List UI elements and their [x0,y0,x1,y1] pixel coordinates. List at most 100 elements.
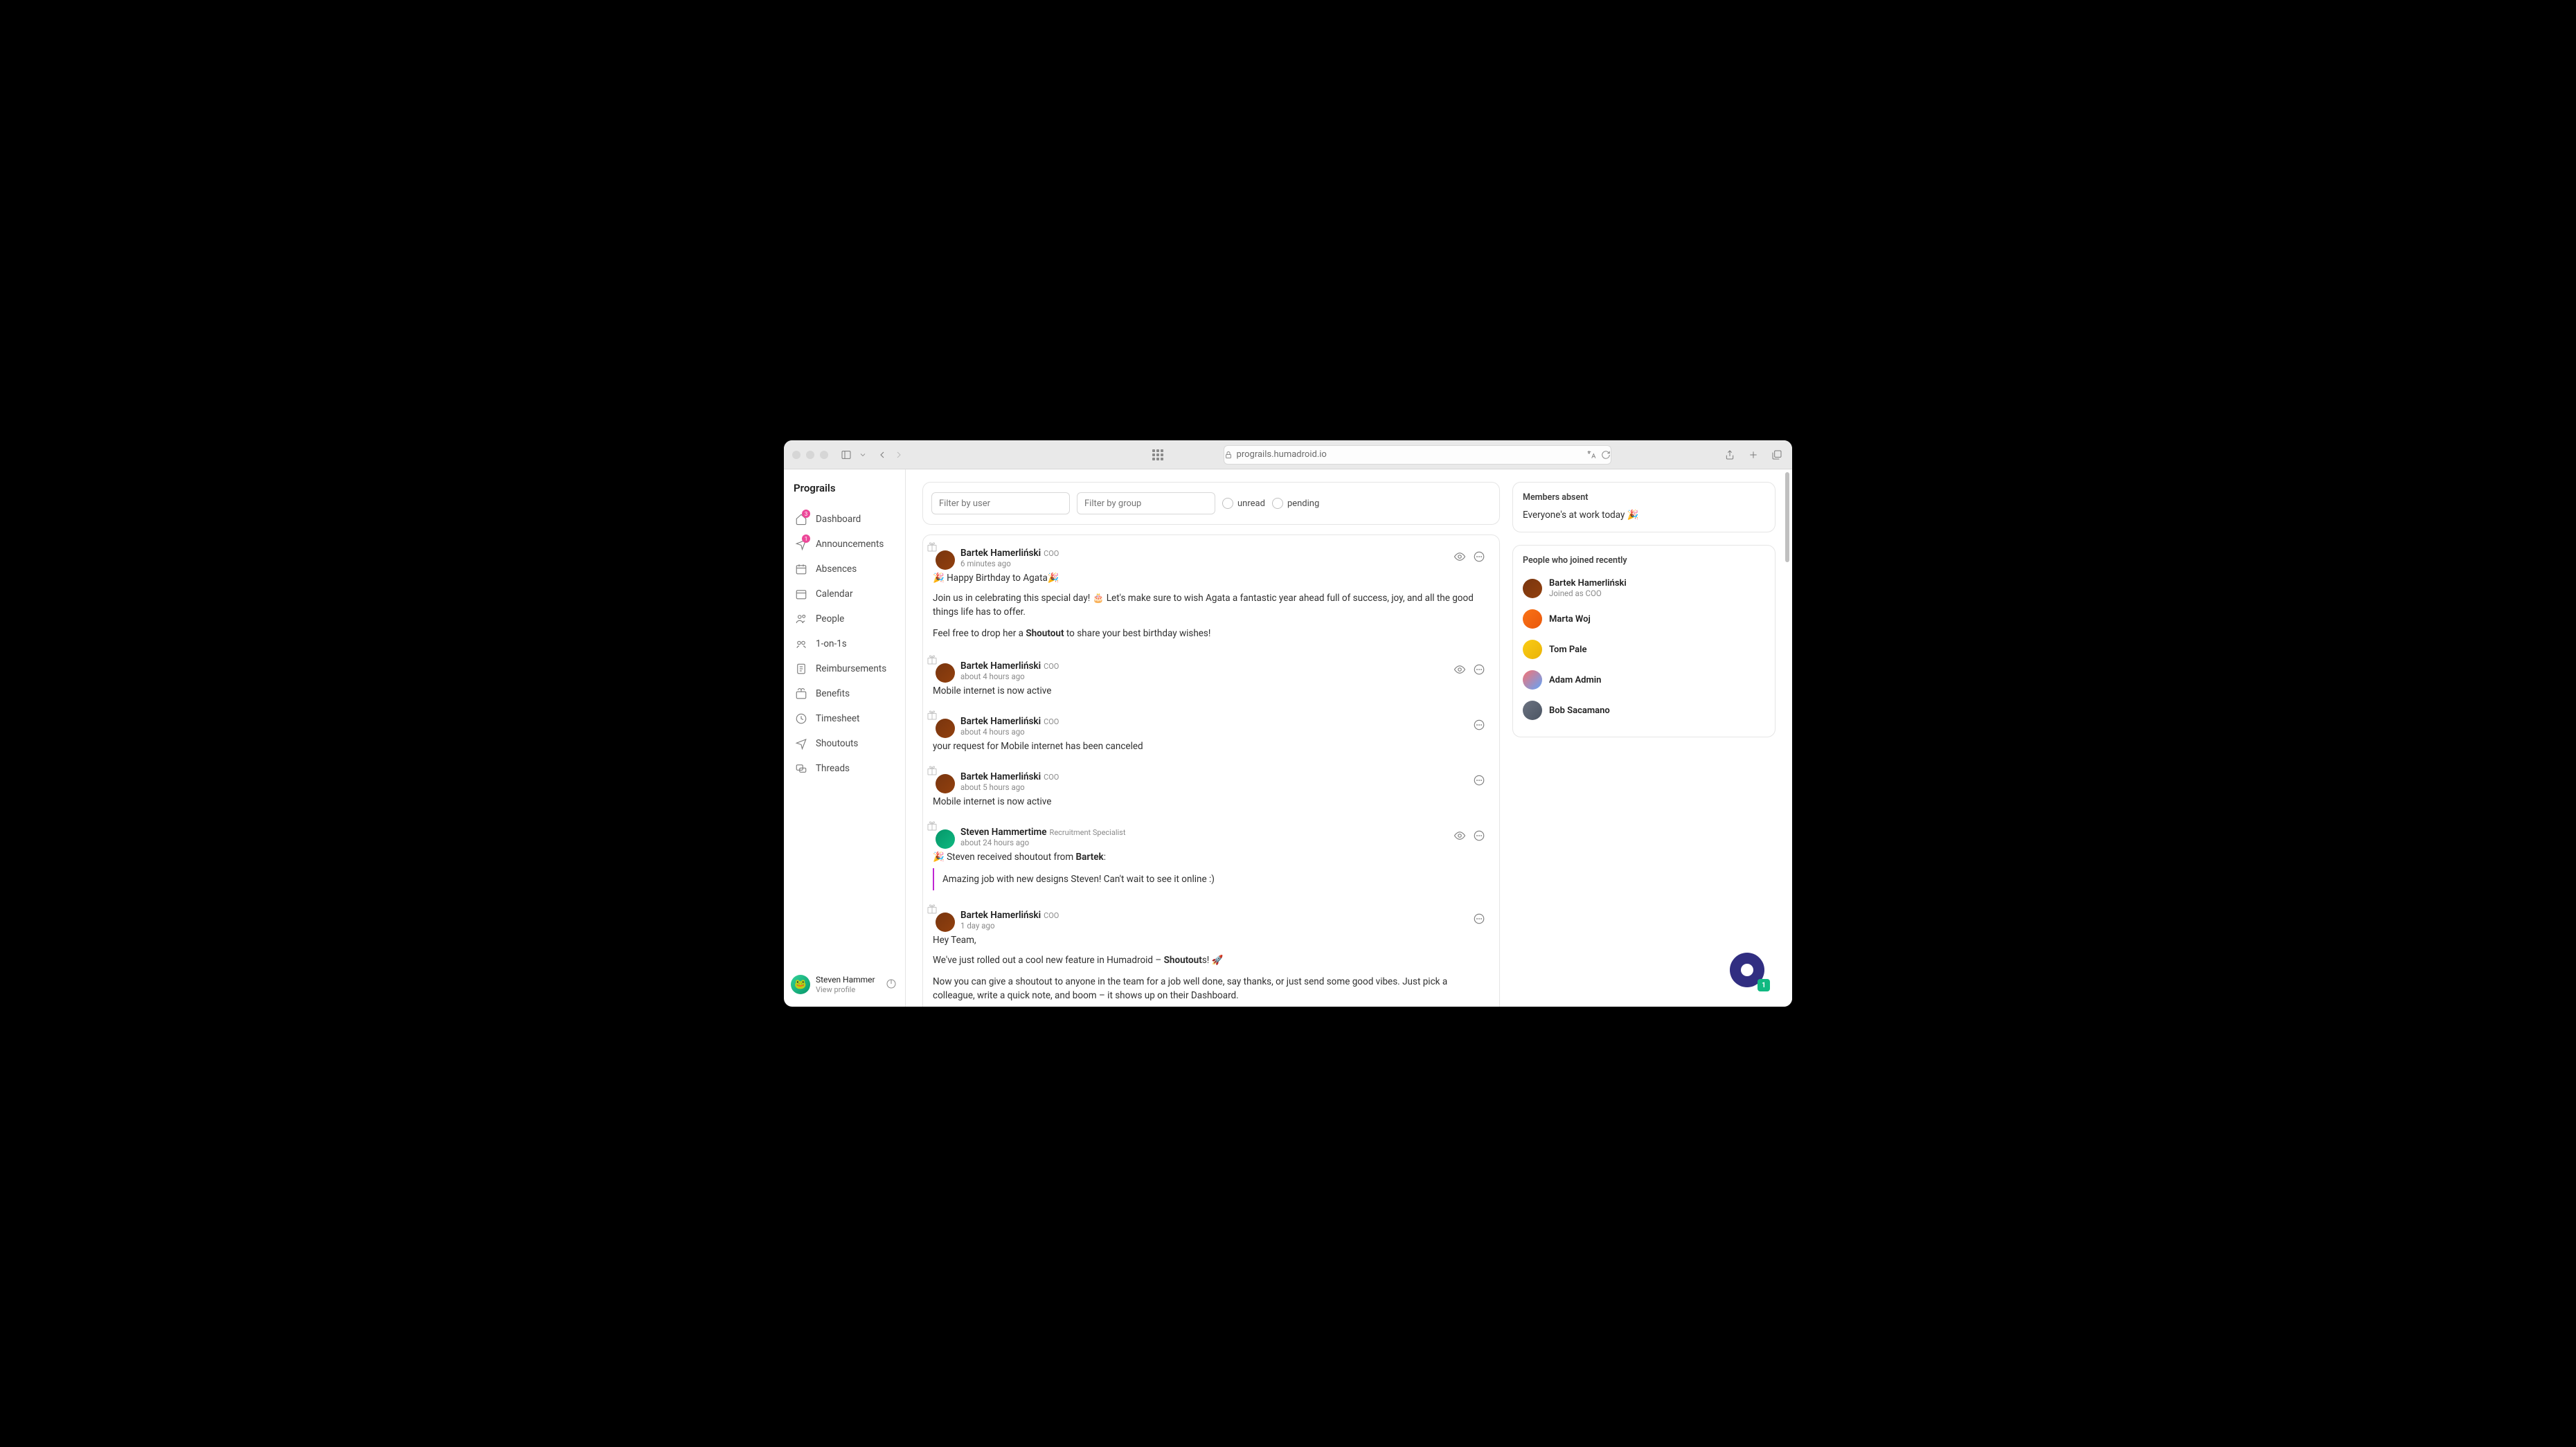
sidebar-item-people[interactable]: People [789,606,900,631]
absent-text: Everyone's at work today 🎉 [1523,510,1765,521]
avatar [936,663,955,683]
sidebar-item-absences[interactable]: Absences [789,557,900,582]
scrollbar[interactable] [1785,472,1789,562]
sidebar-item-calendar[interactable]: Calendar [789,582,900,606]
apps-grid-icon[interactable] [1151,448,1165,462]
nav-label: Announcements [816,539,884,550]
sidebar-item-benefits[interactable]: Benefits [789,681,900,706]
tabs-icon[interactable] [1770,448,1784,462]
person-row[interactable]: Bartek HamerlińskiJoined as COO [1523,573,1765,604]
avatar [1523,670,1542,690]
eye-icon[interactable] [1454,829,1466,845]
forward-button[interactable] [892,448,906,462]
sidebar-item-threads[interactable]: Threads [789,756,900,781]
post-title: Hey Team, [933,935,1490,946]
brand-title: Prograils [784,482,905,503]
chevron-down-icon[interactable] [859,448,867,462]
filter-by-group-input[interactable] [1077,492,1215,514]
post-title: Mobile internet is now active [933,796,1490,807]
more-icon[interactable] [1473,829,1485,845]
post-author: Bartek Hamerliński [960,910,1041,921]
post-time: 6 minutes ago [960,559,1059,568]
back-button[interactable] [875,448,889,462]
gift-icon [927,541,938,552]
more-icon[interactable] [1473,774,1485,789]
traffic-lights [792,451,828,459]
nav-label: Benefits [816,688,850,699]
post: Steven HammertimeRecruitment Specialist … [933,820,1490,903]
person-name: Marta Woj [1549,614,1591,624]
sidebar-item-shoutouts[interactable]: Shoutouts [789,731,900,756]
nav-badge: 3 [802,510,810,518]
close-window-button[interactable] [792,451,800,459]
sidebar-toggle-icon[interactable] [839,448,853,462]
person-name: Bob Sacamano [1549,705,1610,716]
post-time: about 4 hours ago [960,672,1059,681]
person-name: Bartek Hamerliński [1549,578,1627,588]
sidebar-item-reimbursements[interactable]: Reimbursements [789,656,900,681]
avatar: 🐸 [791,975,810,994]
post-time: about 4 hours ago [960,727,1059,737]
url-bar[interactable]: prograils.humadroid.io [1224,445,1611,465]
nav-icon [795,762,807,775]
post-title: Mobile internet is now active [933,685,1490,696]
nav-label: 1-on-1s [816,638,847,649]
titlebar: prograils.humadroid.io [784,440,1792,469]
sidebar-item-1-on-1s[interactable]: 1-on-1s [789,631,900,656]
more-icon[interactable] [1473,663,1485,678]
post-role: COO [1044,717,1059,726]
post-author: Steven Hammertime [960,827,1047,838]
post-role: COO [1044,911,1059,920]
person-row[interactable]: Bob Sacamano [1523,695,1765,726]
post: Bartek HamerlińskiCOO about 5 hours ago … [933,764,1490,820]
maximize-window-button[interactable] [820,451,828,459]
nav-label: Shoutouts [816,738,858,749]
power-icon[interactable] [886,978,898,991]
sidebar-item-timesheet[interactable]: Timesheet [789,706,900,731]
post-title: your request for Mobile internet has bee… [933,741,1490,752]
profile-section[interactable]: 🐸 Steven Hammer View profile [784,969,905,1000]
translate-icon[interactable] [1586,449,1597,460]
filter-bar: unread pending [922,482,1500,525]
post: Bartek HamerlińskiCOO about 4 hours ago … [933,709,1490,764]
reload-icon[interactable] [1601,450,1611,460]
fab-badge: 1 [1757,979,1770,991]
url-text: prograils.humadroid.io [1237,449,1327,460]
gift-icon [927,710,938,721]
filter-by-user-input[interactable] [931,492,1070,514]
more-icon[interactable] [1473,913,1485,928]
sidebar-item-dashboard[interactable]: Dashboard3 [789,507,900,532]
quote: Amazing job with new designs Steven! Can… [933,868,1490,890]
post-role: Recruitment Specialist [1050,828,1126,837]
person-row[interactable]: Marta Woj [1523,604,1765,634]
minimize-window-button[interactable] [806,451,814,459]
avatar-wrap [933,660,955,683]
content-area: Prograils Dashboard3Announcements1Absenc… [784,469,1792,1007]
nav-icon [795,712,807,725]
share-icon[interactable] [1723,448,1737,462]
post-title: 🎉 Happy Birthday to Agata🎉 [933,573,1490,584]
person-row[interactable]: Adam Admin [1523,665,1765,695]
person-row[interactable]: Tom Pale [1523,634,1765,665]
eye-icon[interactable] [1454,663,1466,678]
post-author: Bartek Hamerliński [960,660,1041,672]
gift-icon [927,820,938,832]
profile-sub: View profile [816,985,875,994]
post-role: COO [1044,662,1059,671]
eye-icon[interactable] [1454,550,1466,566]
post-author: Bartek Hamerliński [960,716,1041,727]
avatar [936,829,955,849]
avatar-wrap [933,548,955,570]
pending-checkbox[interactable]: pending [1272,498,1319,509]
app-window: prograils.humadroid.io Prograils Dashboa… [784,440,1792,1007]
unread-checkbox[interactable]: unread [1222,498,1265,509]
sidebar-item-announcements[interactable]: Announcements1 [789,532,900,557]
gift-icon [927,904,938,915]
recently-joined-widget: People who joined recently Bartek Hamerl… [1512,545,1776,737]
post-role: COO [1044,773,1059,782]
more-icon[interactable] [1473,550,1485,566]
more-icon[interactable] [1473,719,1485,734]
person-name: Tom Pale [1549,645,1587,655]
main-scroll: unread pending Bartek HamerlińskiCOO 6 m… [906,469,1792,1007]
new-tab-icon[interactable] [1746,448,1760,462]
